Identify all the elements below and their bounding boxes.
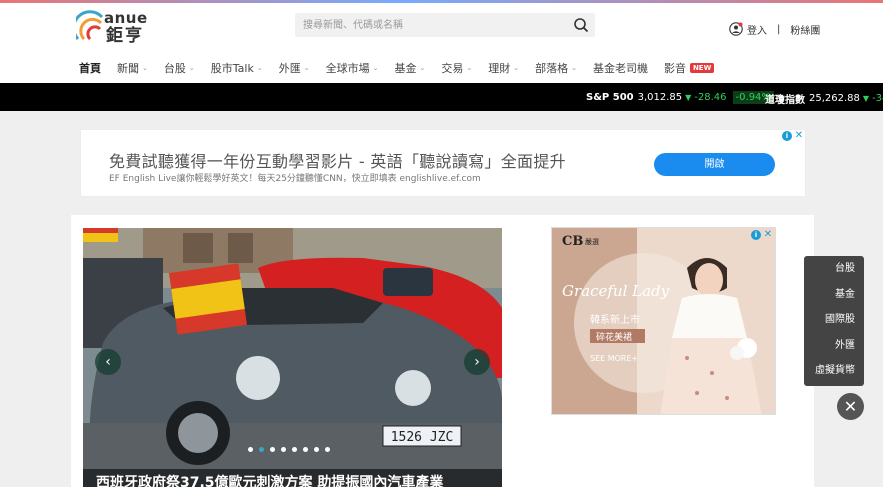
account-area: 登入 | 粉絲團 <box>729 21 820 37</box>
nav-item-label: 新聞 <box>117 62 139 75</box>
carousel-next-button[interactable]: › <box>464 349 490 375</box>
ticker-change: -342 <box>872 93 883 104</box>
nav-item[interactable]: 部落格 ⌄ <box>535 60 577 76</box>
nav-item[interactable]: 全球市場 ⌄ <box>326 60 379 76</box>
nav-item-label: 台股 <box>163 62 186 75</box>
carousel-dot[interactable] <box>270 447 275 452</box>
carousel-headline[interactable]: 西班牙政府祭37.5億歐元刺激方案 助提振國內汽車產業 <box>83 469 502 487</box>
nav-item[interactable]: 影音 NEW <box>663 60 715 76</box>
ad-subtitle[interactable]: EF English Live讓你輕鬆學好英文！每天25分鐘聽懂CNN，快立即填… <box>109 171 481 184</box>
floating-quick-menu: 台股 基金 國際股 外匯 虛擬貨幣 <box>804 256 864 386</box>
side-ad-line2: 碎花美裙 <box>596 331 632 343</box>
separator: | <box>777 23 781 35</box>
chevron-down-icon: ⌄ <box>256 64 263 72</box>
side-ad-image[interactable]: CB 嚴選 Graceful Lady 韓系新上市 碎花美裙 SEE MORE+ <box>552 228 776 415</box>
float-menu-item[interactable]: 外匯 <box>804 333 864 359</box>
nav-item[interactable]: 基金 ⌄ <box>394 60 425 76</box>
ticker-name: S&P 500 <box>586 92 634 103</box>
down-arrow-icon: ▼ <box>685 93 692 102</box>
side-ad-cta[interactable]: SEE MORE+ <box>590 354 638 363</box>
side-ad-brand-sub: 嚴選 <box>585 237 599 246</box>
news-carousel[interactable]: 1526 JZC ‹ › 西班牙政府祭37.5億歐元刺激方案 助提振國內汽車產業 <box>83 228 502 487</box>
float-menu-item[interactable]: 基金 <box>804 282 864 308</box>
float-menu-item[interactable]: 虛擬貨幣 <box>804 358 864 384</box>
info-icon[interactable]: i <box>751 230 761 240</box>
side-ad-brand: CB <box>562 234 583 249</box>
down-arrow-icon: ▼ <box>862 94 870 103</box>
new-badge: NEW <box>689 63 715 73</box>
nav-item-label: 理財 <box>488 62 511 75</box>
main-nav: 首頁 新聞 ⌄ 台股 ⌄ 股市Talk ⌄ 外匯 ⌄ 全球市場 ⌄ 基金 ⌄ 交易 ⌄ 理財 ⌄ 部落格 ⌄ 基金老司… <box>79 58 730 78</box>
market-ticker: S&P 500 3,012.85 ▼ -28.46 -0.94% 道瓊指數 25… <box>0 83 883 111</box>
nav-item[interactable]: 台股 ⌄ <box>164 60 195 76</box>
chevron-down-icon: ⌄ <box>188 64 195 72</box>
ad-open-button[interactable]: 開啟 <box>654 153 775 176</box>
nav-item-label: 交易 <box>441 62 464 75</box>
fans-link[interactable]: 粉絲團 <box>790 22 820 37</box>
chevron-down-icon: ⌄ <box>419 64 426 72</box>
float-menu-item[interactable]: 台股 <box>804 256 864 282</box>
user-icon[interactable] <box>729 22 743 36</box>
nav-item[interactable]: 外匯 ⌄ <box>279 60 310 76</box>
ticker-name: 道瓊指數 <box>765 95 805 106</box>
close-icon[interactable]: ✕ <box>763 230 773 240</box>
chevron-down-icon: ⌄ <box>571 64 577 72</box>
top-accent-line <box>0 0 883 3</box>
nav-item[interactable]: 新聞 ⌄ <box>117 60 148 76</box>
side-ad[interactable]: CB 嚴選 Graceful Lady 韓系新上市 碎花美裙 SEE MORE+… <box>551 227 776 415</box>
search-input[interactable] <box>295 13 565 37</box>
nav-item-label: 影音 <box>663 62 686 75</box>
carousel-dot[interactable] <box>248 447 253 452</box>
ticker-change: -28.46 <box>694 92 727 103</box>
ticker-item[interactable]: S&P 500 3,012.85 ▼ -28.46 -0.94% <box>586 91 774 104</box>
brand-name-zh[interactable]: 鉅亨 <box>106 21 144 46</box>
login-link[interactable]: 登入 <box>747 22 767 37</box>
nav-item-label: 外匯 <box>278 62 301 75</box>
carousel-dot[interactable] <box>314 447 319 452</box>
chevron-down-icon: ⌄ <box>303 64 310 72</box>
nav-item-label: 股市Talk <box>210 62 254 75</box>
ad-title[interactable]: 免費試聽獲得一年份互動學習影片 - 英語「聽說讀寫」全面提升 <box>109 148 566 172</box>
search-icon[interactable] <box>573 17 589 33</box>
side-ad-script: Graceful Lady <box>562 282 670 300</box>
chevron-down-icon: ⌄ <box>142 64 148 72</box>
carousel-dot[interactable] <box>303 447 308 452</box>
search-bar <box>295 13 595 37</box>
adchoices: i ✕ <box>782 131 804 141</box>
nav-item[interactable]: 基金老司機 <box>593 60 648 76</box>
main-content: 1526 JZC ‹ › 西班牙政府祭37.5億歐元刺激方案 助提振國內汽車產業… <box>71 215 814 487</box>
carousel-dot[interactable] <box>325 447 330 452</box>
nav-item[interactable]: 理財 ⌄ <box>488 60 519 76</box>
nav-item-label: 全球市場 <box>325 62 370 75</box>
carousel-dot[interactable] <box>281 447 286 452</box>
nav-item[interactable]: 股市Talk ⌄ <box>211 60 263 76</box>
nav-item[interactable]: 交易 ⌄ <box>441 60 472 76</box>
ticker-value: 25,262.88 <box>809 93 860 104</box>
nav-item-label: 基金 <box>394 62 417 75</box>
ticker-value: 3,012.85 <box>637 92 683 103</box>
ticker-item[interactable]: 道瓊指數 25,262.88 ▼ -342 <box>765 91 883 106</box>
carousel-dot[interactable] <box>259 447 264 452</box>
chevron-down-icon: ⌄ <box>372 64 379 72</box>
nav-item[interactable]: 首頁 <box>79 60 101 76</box>
chevron-down-icon: ⌄ <box>466 64 473 72</box>
side-ad-line1: 韓系新上市 <box>590 313 640 326</box>
close-icon[interactable]: ✕ <box>837 393 864 420</box>
float-menu-item[interactable]: 國際股 <box>804 307 864 333</box>
ad-banner[interactable]: 免費試聽獲得一年份互動學習影片 - 英語「聽說讀寫」全面提升 EF Englis… <box>80 129 806 197</box>
chevron-down-icon: ⌄ <box>513 64 520 72</box>
side-adchoices: i ✕ <box>751 230 773 240</box>
license-plate-text: 1526 JZC <box>391 430 454 445</box>
close-icon[interactable]: ✕ <box>794 131 804 141</box>
carousel-dot[interactable] <box>292 447 297 452</box>
carousel-prev-button[interactable]: ‹ <box>95 349 121 375</box>
nav-item-label: 首頁 <box>79 62 101 75</box>
nav-item-label: 部落格 <box>535 62 569 75</box>
info-icon[interactable]: i <box>782 131 792 141</box>
carousel-dots <box>248 447 330 452</box>
nav-item-label: 基金老司機 <box>592 62 648 75</box>
